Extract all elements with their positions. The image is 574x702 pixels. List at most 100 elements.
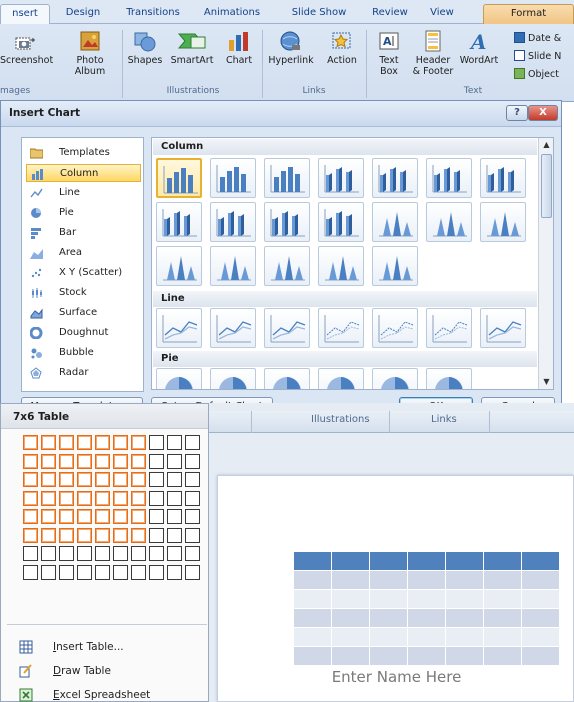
table-preview-cell[interactable] — [484, 552, 522, 570]
table-preview-cell[interactable] — [332, 609, 370, 627]
table-preview-cell[interactable] — [446, 609, 484, 627]
table-grid-cell[interactable] — [41, 527, 56, 543]
table-preview-cell[interactable] — [522, 647, 560, 665]
table-grid-cell[interactable] — [59, 472, 74, 487]
table-grid-cell[interactable] — [41, 490, 56, 506]
chart-type-thumbnail[interactable] — [480, 158, 526, 198]
table-grid-cell[interactable] — [185, 509, 200, 524]
chart-type-thumbnail[interactable] — [210, 202, 256, 242]
table-grid-cell[interactable] — [77, 490, 92, 506]
table-grid-cell[interactable] — [95, 564, 110, 580]
table-grid-cell[interactable] — [59, 564, 74, 580]
table-preview-cell[interactable] — [484, 571, 522, 589]
table-grid-cell[interactable] — [77, 453, 92, 469]
table-preview-cell[interactable] — [408, 590, 446, 608]
table-grid-cell[interactable] — [167, 472, 182, 487]
table-grid-cell[interactable] — [131, 490, 146, 506]
table-grid-cell[interactable] — [95, 453, 110, 469]
table-preview-cell[interactable] — [294, 571, 332, 589]
table-grid-cell[interactable] — [23, 527, 38, 543]
table-grid-cell[interactable] — [167, 527, 182, 543]
tab-view[interactable]: View — [424, 4, 460, 24]
table-grid-cell[interactable] — [113, 509, 128, 524]
menu-excel-spreadsheet[interactable]: Excel Spreadsheet — [1, 684, 208, 702]
table-grid-cell[interactable] — [185, 472, 200, 487]
tab-insert[interactable]: nsert — [0, 4, 50, 24]
table-grid-cell[interactable] — [185, 527, 200, 543]
chart-type-thumbnail[interactable] — [372, 202, 418, 242]
table-grid-cell[interactable] — [113, 453, 128, 469]
table-grid-cell[interactable] — [113, 490, 128, 506]
chart-type-thumbnail[interactable] — [264, 308, 310, 348]
table-grid-cell[interactable] — [23, 546, 38, 561]
table-preview-cell[interactable] — [294, 590, 332, 608]
table-grid-cell[interactable] — [95, 509, 110, 524]
chart-type-thumbnail[interactable] — [372, 308, 418, 348]
table-grid-cell[interactable] — [59, 453, 74, 469]
table-preview-cell[interactable] — [408, 552, 446, 570]
table-grid-cell[interactable] — [167, 490, 182, 506]
tab-transitions[interactable]: Transitions — [120, 4, 186, 24]
category-stock[interactable]: Stock — [26, 284, 141, 302]
photo-album-button[interactable]: Photo Album — [70, 30, 110, 77]
chart-type-thumbnail[interactable] — [318, 368, 364, 389]
table-grid-cell[interactable] — [131, 527, 146, 543]
object-button[interactable]: Object — [514, 68, 559, 82]
table-grid-cell[interactable] — [59, 490, 74, 506]
table-grid-cell[interactable] — [185, 490, 200, 506]
tab-animations[interactable]: Animations — [200, 4, 264, 24]
name-placeholder[interactable]: Enter Name Here — [218, 668, 574, 686]
table-preview-cell[interactable] — [370, 647, 408, 665]
tab-format[interactable]: Format — [483, 4, 574, 24]
header-footer-button[interactable]: Header & Footer — [410, 30, 456, 77]
table-grid-cell[interactable] — [77, 435, 92, 450]
table-preview-cell[interactable] — [522, 552, 560, 570]
table-grid-cell[interactable] — [113, 435, 128, 450]
table-grid-cell[interactable] — [41, 564, 56, 580]
table-preview-cell[interactable] — [484, 628, 522, 646]
table-preview-cell[interactable] — [370, 609, 408, 627]
chart-type-thumbnail[interactable] — [372, 246, 418, 286]
table-preview-cell[interactable] — [408, 628, 446, 646]
chart-type-thumbnail[interactable] — [210, 246, 256, 286]
table-preview-cell[interactable] — [408, 647, 446, 665]
table-preview-cell[interactable] — [332, 571, 370, 589]
table-preview-cell[interactable] — [446, 552, 484, 570]
category-doughnut[interactable]: Doughnut — [26, 324, 141, 342]
chart-type-thumbnail[interactable] — [264, 202, 310, 242]
chart-type-thumbnail[interactable] — [480, 202, 526, 242]
category-surface[interactable]: Surface — [26, 304, 141, 322]
table-preview-cell[interactable] — [484, 609, 522, 627]
tab-review[interactable]: Review — [368, 4, 412, 24]
table-preview-cell[interactable] — [332, 628, 370, 646]
table-grid-cell[interactable] — [23, 472, 38, 487]
table-grid-cell[interactable] — [77, 472, 92, 487]
chart-type-thumbnail[interactable] — [264, 368, 310, 389]
table-preview-cell[interactable] — [294, 647, 332, 665]
table-preview-cell[interactable] — [522, 628, 560, 646]
chart-type-thumbnail[interactable] — [156, 202, 202, 242]
menu-draw-table[interactable]: Draw Table — [1, 660, 208, 682]
chart-type-thumbnail[interactable] — [156, 246, 202, 286]
table-grid-cell[interactable] — [131, 472, 146, 487]
table-grid-cell[interactable] — [23, 435, 38, 450]
category-radar[interactable]: Radar — [26, 364, 141, 382]
chart-type-thumbnail[interactable] — [426, 368, 472, 389]
chart-type-thumbnail[interactable] — [210, 158, 256, 198]
table-grid-cell[interactable] — [95, 546, 110, 561]
hyperlink-button[interactable]: Hyperlink — [264, 30, 318, 66]
close-button[interactable]: X — [528, 105, 558, 121]
table-grid-cell[interactable] — [131, 509, 146, 524]
scroll-thumb[interactable] — [541, 154, 552, 218]
table-preview-cell[interactable] — [522, 609, 560, 627]
table-preview-cell[interactable] — [332, 552, 370, 570]
table-preview-cell[interactable] — [408, 571, 446, 589]
chart-type-thumbnail[interactable] — [372, 368, 418, 389]
table-grid-cell[interactable] — [41, 546, 56, 561]
menu-insert-table[interactable]: Insert Table... — [1, 636, 208, 658]
category-bubble[interactable]: Bubble — [26, 344, 141, 362]
table-grid-cell[interactable] — [149, 546, 164, 561]
table-grid-cell[interactable] — [95, 472, 110, 487]
table-grid-cell[interactable] — [149, 453, 164, 469]
table-grid-cell[interactable] — [149, 509, 164, 524]
